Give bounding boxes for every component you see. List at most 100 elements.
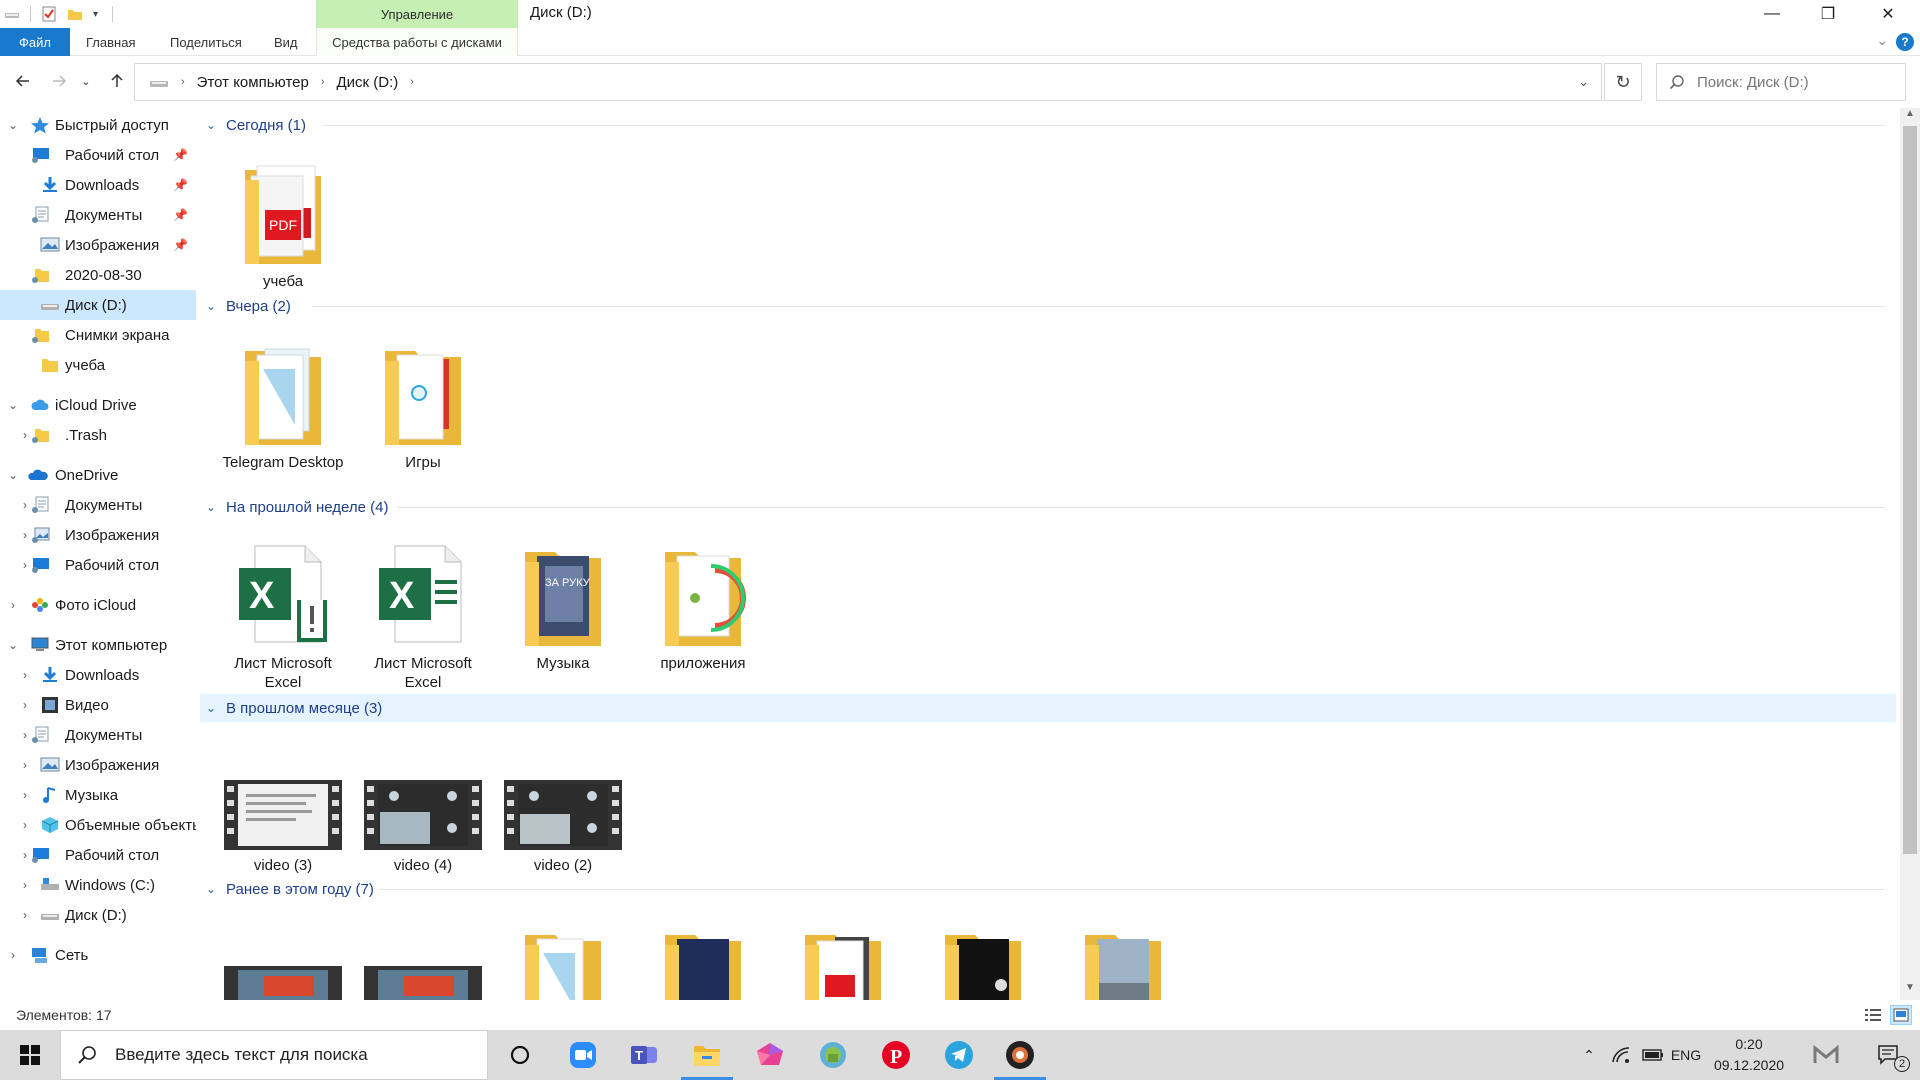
refresh-button[interactable]: ↻	[1604, 63, 1642, 101]
tab-file[interactable]: Файл	[0, 28, 70, 56]
nav-item-pictures[interactable]: Изображения 📌	[0, 230, 196, 260]
taskbar-search-input[interactable]: Введите здесь текст для поиска	[60, 1030, 488, 1080]
chevron-right-icon[interactable]: ›	[6, 598, 20, 612]
show-hidden-icons-button[interactable]: ⌃	[1574, 1030, 1604, 1080]
tab-view[interactable]: Вид	[262, 28, 310, 56]
file-video-4[interactable]: video (4)	[355, 780, 491, 875]
tray-app-button[interactable]	[1806, 1030, 1846, 1080]
chevron-down-icon[interactable]: ⌄	[206, 882, 216, 896]
nav-item-downloads[interactable]: Downloads 📌	[0, 170, 196, 200]
chevron-right-icon[interactable]: ›	[18, 818, 32, 832]
nav-item-trash[interactable]: › .Trash	[0, 420, 196, 450]
chevron-right-icon[interactable]: ›	[18, 788, 32, 802]
nav-network[interactable]: › Сеть	[0, 940, 196, 970]
minimize-button[interactable]: —	[1744, 0, 1800, 28]
recent-locations-button[interactable]: ⌄	[78, 68, 94, 94]
folder-muzyka[interactable]: ЗА РУКУ Музыка	[495, 540, 631, 673]
folder-ucheba[interactable]: PDF учеба	[215, 158, 351, 291]
file-video-partial[interactable]	[355, 966, 491, 1000]
chevron-down-icon[interactable]: ⌄	[6, 118, 20, 132]
nav-pc-3d-objects[interactable]: › Объемные объекты	[0, 810, 196, 840]
chevron-down-icon[interactable]: ⌄	[206, 701, 216, 715]
tab-drive-tools[interactable]: Средства работы с дисками	[316, 28, 518, 56]
search-input[interactable]: Поиск: Диск (D:)	[1656, 63, 1906, 101]
chevron-right-icon[interactable]: ›	[18, 908, 32, 922]
folder-partial[interactable]	[775, 923, 911, 1000]
taskbar-telegram[interactable]	[929, 1030, 989, 1080]
chevron-right-icon[interactable]: ›	[18, 878, 32, 892]
system-clock[interactable]: 0:20 09.12.2020	[1704, 1034, 1794, 1076]
close-button[interactable]: ✕	[1858, 0, 1918, 28]
taskbar-app-gem[interactable]	[740, 1030, 800, 1080]
notification-center-button[interactable]: 2	[1864, 1030, 1914, 1080]
back-button[interactable]	[10, 68, 36, 94]
group-header-yesterday[interactable]: ⌄ Вчера (2)	[200, 292, 1896, 320]
pin-icon[interactable]: 📌	[173, 178, 188, 192]
group-header-today[interactable]: ⌄ Сегодня (1)	[200, 111, 1896, 139]
up-button[interactable]	[104, 68, 130, 94]
folder-telegram-desktop[interactable]: Telegram Desktop	[215, 339, 351, 472]
taskbar-app-android[interactable]	[803, 1030, 863, 1080]
expand-ribbon-icon[interactable]: ⌄	[1876, 32, 1888, 49]
scroll-thumb[interactable]	[1903, 126, 1917, 854]
nav-item-od-documents[interactable]: › Документы	[0, 490, 196, 520]
nav-item-documents[interactable]: Документы 📌	[0, 200, 196, 230]
pin-icon[interactable]: 📌	[173, 148, 188, 162]
nav-item-desktop[interactable]: Рабочий стол 📌	[0, 140, 196, 170]
nav-pc-desktop[interactable]: › Рабочий стол	[0, 840, 196, 870]
folder-igry[interactable]: Игры	[355, 339, 491, 472]
folder-prilozheniya[interactable]: приложения	[635, 540, 771, 673]
nav-icloud-photos[interactable]: › Фото iCloud	[0, 590, 196, 620]
folder-partial[interactable]	[915, 923, 1051, 1000]
scroll-up-icon[interactable]: ▲	[1900, 108, 1920, 126]
chevron-down-icon[interactable]: ⌄	[206, 118, 216, 132]
chevron-right-icon[interactable]: ›	[6, 948, 20, 962]
folder-partial[interactable]	[495, 923, 631, 1000]
maximize-button[interactable]: ❐	[1800, 0, 1856, 28]
nav-item-2020-08-30[interactable]: 2020-08-30	[0, 260, 196, 290]
tab-home[interactable]: Главная	[74, 28, 147, 56]
folder-partial[interactable]	[1055, 923, 1191, 1000]
details-view-button[interactable]	[1862, 1005, 1884, 1025]
taskbar-zoom[interactable]	[553, 1030, 613, 1080]
help-button[interactable]: ?	[1896, 33, 1914, 51]
taskbar-media-player[interactable]	[990, 1030, 1050, 1080]
chevron-down-icon[interactable]: ⌄	[6, 398, 20, 412]
chevron-right-icon[interactable]: ›	[18, 698, 32, 712]
group-header-last-week[interactable]: ⌄ На прошлой неделе (4)	[200, 493, 1896, 521]
nav-pc-pictures[interactable]: › Изображения	[0, 750, 196, 780]
battery-button[interactable]	[1638, 1030, 1668, 1080]
network-status-button[interactable]	[1606, 1030, 1636, 1080]
nav-quick-access[interactable]: ⌄ Быстрый доступ	[0, 110, 196, 140]
task-view-button[interactable]	[490, 1030, 550, 1080]
input-language-button[interactable]: ENG	[1666, 1030, 1706, 1080]
large-icons-view-button[interactable]	[1890, 1005, 1912, 1025]
chevron-down-icon[interactable]: ⌄	[6, 638, 20, 652]
pin-icon[interactable]: 📌	[173, 238, 188, 252]
nav-onedrive[interactable]: ⌄ OneDrive	[0, 460, 196, 490]
file-video-3[interactable]: video (3)	[215, 780, 351, 875]
breadcrumb-this-pc[interactable]: Этот компьютер	[197, 74, 309, 91]
file-excel-1[interactable]: X Лист Microsoft Excel	[215, 540, 351, 692]
taskbar-pinterest[interactable]: P	[866, 1030, 926, 1080]
group-header-earlier-this-year[interactable]: ⌄ Ранее в этом году (7)	[200, 875, 1896, 903]
new-folder-icon[interactable]	[67, 6, 83, 22]
scroll-down-icon[interactable]: ▼	[1900, 982, 1920, 1000]
taskbar-file-explorer[interactable]	[677, 1030, 737, 1080]
file-excel-2[interactable]: X Лист Microsoft Excel	[355, 540, 491, 692]
nav-pc-music[interactable]: › Музыка	[0, 780, 196, 810]
taskbar-teams[interactable]: T	[614, 1030, 674, 1080]
forward-button[interactable]	[46, 68, 72, 94]
address-history-dropdown[interactable]: ⌄	[1578, 74, 1589, 90]
chevron-right-icon[interactable]: ›	[18, 668, 32, 682]
nav-pc-windows-c[interactable]: › Windows (C:)	[0, 870, 196, 900]
file-video-2[interactable]: video (2)	[495, 780, 631, 875]
nav-pc-documents[interactable]: › Документы	[0, 720, 196, 750]
nav-pc-downloads[interactable]: › Downloads	[0, 660, 196, 690]
chevron-down-icon[interactable]: ⌄	[206, 500, 216, 514]
properties-icon[interactable]	[41, 6, 57, 22]
folder-partial[interactable]	[635, 923, 771, 1000]
breadcrumb-disk-d[interactable]: Диск (D:)	[337, 74, 399, 91]
nav-item-disk-d[interactable]: Диск (D:)	[0, 290, 196, 320]
file-video-partial[interactable]	[215, 966, 351, 1000]
